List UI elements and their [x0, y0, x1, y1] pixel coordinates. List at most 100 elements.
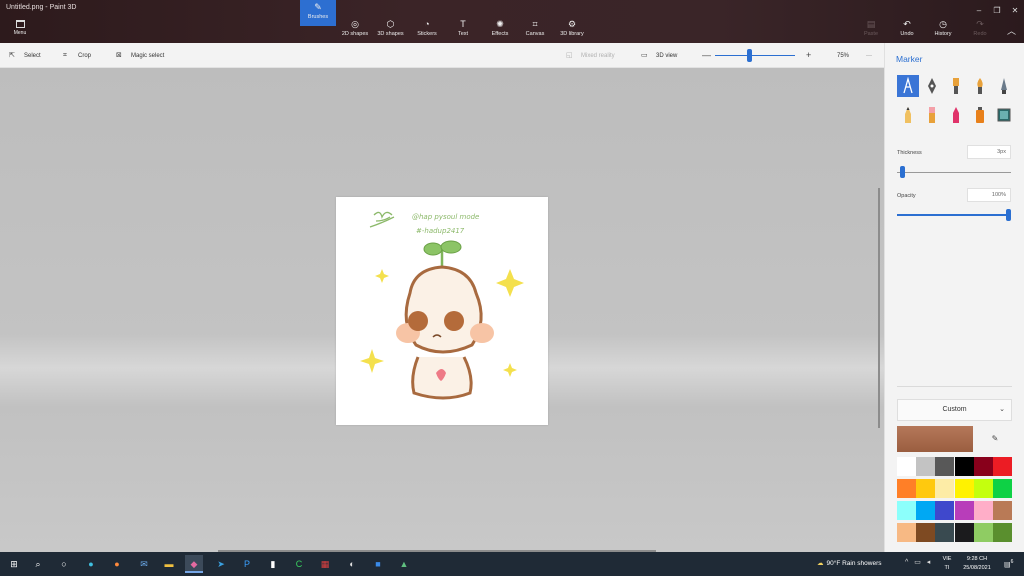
- palette-swatch[interactable]: [993, 479, 1012, 498]
- tab-2d-shapes[interactable]: ◎ 2D shapes: [338, 17, 372, 43]
- palette-swatch[interactable]: [954, 501, 974, 520]
- firefox-icon[interactable]: ●: [108, 555, 126, 573]
- palette-swatch[interactable]: [916, 523, 936, 542]
- paste-icon: ▤: [866, 19, 876, 29]
- language-indicator[interactable]: VIE TI: [940, 555, 954, 573]
- palette-swatch[interactable]: [916, 457, 936, 476]
- palette-swatch[interactable]: [993, 457, 1012, 476]
- undo-button[interactable]: ↶ Undo: [896, 17, 918, 43]
- tab-stickers[interactable]: ◔ Stickers: [412, 17, 442, 43]
- collapse-ribbon-icon[interactable]: ︿: [1007, 24, 1016, 37]
- more-options-icon[interactable]: ···: [866, 50, 872, 62]
- task-view-icon[interactable]: ○: [55, 555, 73, 573]
- telegram-icon[interactable]: ➤: [212, 555, 230, 573]
- tab-brushes[interactable]: ✎ Brushes: [300, 0, 336, 26]
- redo-label: Redo: [973, 31, 987, 37]
- calligraphy-pen-icon: [928, 78, 936, 94]
- palette-swatch[interactable]: [973, 501, 993, 520]
- brush-oil[interactable]: [945, 75, 967, 97]
- palette-swatch[interactable]: [954, 523, 974, 542]
- brush-pixel-pen[interactable]: [993, 75, 1015, 97]
- palette-swatch[interactable]: [935, 523, 955, 542]
- brush-crayon[interactable]: [945, 104, 967, 126]
- opacity-slider-thumb[interactable]: [1006, 209, 1011, 221]
- taskbar: ⊞ ⌕ ○ ● ● ✉ ▬ ◆ ➤ P ▮ C ▦ ◐ ■ ▲ ☁ 90°F Ra…: [0, 552, 1024, 576]
- palette-swatch[interactable]: [954, 479, 974, 498]
- palette-swatch[interactable]: [916, 501, 936, 520]
- zoom-out-button[interactable]: —: [702, 50, 711, 60]
- brush-pencil[interactable]: [897, 104, 919, 126]
- color-mode-dropdown[interactable]: Custom ⌄: [897, 399, 1012, 421]
- tab-effects[interactable]: ✺ Effects: [486, 17, 514, 43]
- paste-button[interactable]: ▤ Paste: [860, 17, 882, 43]
- thickness-input[interactable]: 3px: [967, 145, 1011, 159]
- opacity-input[interactable]: 100%: [967, 188, 1011, 202]
- thickness-label: Thickness: [897, 150, 922, 156]
- brush-eraser[interactable]: [921, 104, 943, 126]
- app-icon[interactable]: ▦: [316, 555, 334, 573]
- document-icon[interactable]: ▮: [264, 555, 282, 573]
- paint3d-taskbar-icon[interactable]: ◆: [185, 555, 203, 573]
- artwork-handle: @hap pysoul mode: [412, 213, 479, 221]
- zoom-value[interactable]: 75%: [837, 50, 849, 62]
- brush-spray-can[interactable]: [969, 104, 991, 126]
- view-3d-button[interactable]: ▭ 3D view: [641, 50, 677, 62]
- palette-swatch[interactable]: [973, 457, 993, 476]
- magic-select-button[interactable]: ⊠ Magic select: [116, 50, 164, 62]
- brush-marker[interactable]: [897, 75, 919, 97]
- thickness-slider[interactable]: [897, 172, 1011, 173]
- palette-swatch[interactable]: [935, 457, 955, 476]
- canvas-artboard[interactable]: @hap pysoul mode #-hadup2417: [336, 197, 548, 425]
- palette-swatch[interactable]: [897, 523, 916, 542]
- vpn-icon[interactable]: ▲: [395, 555, 413, 573]
- palette-swatch[interactable]: [993, 501, 1012, 520]
- brush-watercolor[interactable]: [969, 75, 991, 97]
- palette-swatch[interactable]: [973, 479, 993, 498]
- file-explorer-icon[interactable]: ▬: [160, 555, 178, 573]
- start-icon[interactable]: ⊞: [5, 555, 23, 573]
- search-icon[interactable]: ⌕: [29, 555, 47, 573]
- palette-swatch[interactable]: [935, 479, 955, 498]
- zoom-slider[interactable]: [715, 55, 795, 56]
- current-color-swatch[interactable]: [897, 426, 973, 452]
- history-label: History: [934, 31, 952, 37]
- tab-3d-library[interactable]: ⚙ 3D library: [555, 17, 589, 43]
- edge-icon[interactable]: ●: [82, 555, 100, 573]
- mail-icon[interactable]: ✉: [135, 555, 153, 573]
- zoom-icon[interactable]: ■: [369, 555, 387, 573]
- weather-widget[interactable]: ☁ 90°F Rain showers: [817, 559, 881, 567]
- eyedropper-icon[interactable]: ✎: [977, 428, 1013, 450]
- palette-swatch[interactable]: [897, 457, 916, 476]
- history-button[interactable]: ◷ History: [930, 17, 956, 43]
- tab-text[interactable]: T Text: [450, 17, 476, 43]
- opacity-slider[interactable]: [897, 214, 1011, 216]
- palette-swatch[interactable]: [897, 479, 916, 498]
- zoom-in-button[interactable]: +: [806, 50, 811, 60]
- redo-button[interactable]: ↷ Redo: [969, 17, 991, 43]
- palette-swatch[interactable]: [916, 479, 936, 498]
- brush-fill[interactable]: [993, 104, 1015, 126]
- palette-swatch[interactable]: [993, 523, 1012, 542]
- tab-canvas[interactable]: ⌗ Canvas: [521, 17, 549, 43]
- palette-swatch[interactable]: [954, 457, 974, 476]
- panel-title: Marker: [896, 54, 923, 64]
- crop-button[interactable]: ⌗ Crop: [63, 50, 91, 62]
- close-button[interactable]: ✕: [1006, 3, 1024, 19]
- clock[interactable]: VIE TI 9:28 CH 25/08/2021: [943, 555, 997, 573]
- select-button[interactable]: ⇱ Select: [9, 50, 41, 62]
- menu-button[interactable]: Menu: [6, 18, 34, 40]
- palette-swatch[interactable]: [935, 501, 955, 520]
- tab-3d-shapes[interactable]: ⬡ 3D shapes: [373, 17, 408, 43]
- palette-swatch[interactable]: [973, 523, 993, 542]
- mixed-reality-button[interactable]: ◱ Mixed reality: [566, 50, 615, 62]
- vertical-scrollbar[interactable]: [878, 188, 880, 428]
- system-tray[interactable]: ^ ▭ ◂: [905, 558, 932, 566]
- thickness-slider-thumb[interactable]: [900, 166, 906, 178]
- palette-swatch[interactable]: [897, 501, 916, 520]
- photoshop-icon[interactable]: P: [238, 555, 256, 573]
- camtasia-icon[interactable]: C: [290, 555, 308, 573]
- zalo-icon[interactable]: ◐: [343, 555, 361, 573]
- zoom-slider-thumb[interactable]: [747, 49, 752, 62]
- notification-button[interactable]: ▤6: [1004, 559, 1013, 568]
- brush-calligraphy-pen[interactable]: [921, 75, 943, 97]
